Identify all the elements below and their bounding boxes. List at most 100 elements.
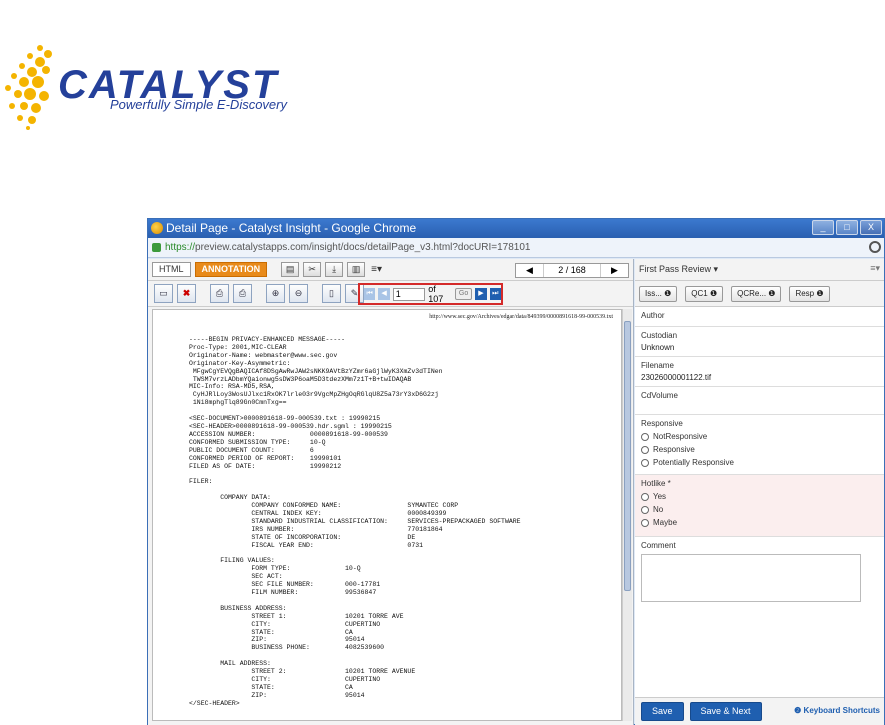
radio-yes[interactable]: Yes xyxy=(641,492,878,501)
review-buttons: Iss... ❶ QC1 ❶ QCRe... ❶ Resp ❶ xyxy=(635,281,884,307)
document-line: FILER: xyxy=(189,478,213,486)
document-line: SEC ACT: xyxy=(189,573,283,581)
document-line: CENTRAL INDEX KEY: 0000849399 xyxy=(189,509,447,517)
logo-tagline: Powerfully Simple E-Discovery xyxy=(110,97,287,112)
radio-no[interactable]: No xyxy=(641,505,878,514)
document-line: Originator-Key-Asymmetric: xyxy=(189,359,291,367)
radio-circle-icon[interactable] xyxy=(641,518,649,527)
document-viewer-pane: HTML ANNOTATION ▤ ✂ ⤓ ▥ ≡▾ ◀ 2 / 168 ▶ ▭… xyxy=(148,259,634,725)
first-page-button[interactable]: ⏮ xyxy=(364,288,376,300)
zoom-icon[interactable] xyxy=(869,241,881,253)
prev-page-button[interactable]: ◀ xyxy=(378,288,390,300)
save-next-button[interactable]: Save & Next xyxy=(689,702,762,721)
save-button[interactable]: Save xyxy=(641,702,684,721)
issues-button[interactable]: Iss... ❶ xyxy=(639,285,678,302)
document-line: IRS NUMBER: 770181864 xyxy=(189,525,443,533)
document-line: CITY: CUPERTINO xyxy=(189,675,381,683)
radio-label: Maybe xyxy=(653,518,678,527)
print-selection-icon[interactable]: ⎙ xyxy=(233,284,252,303)
responsive-label: Responsive xyxy=(641,419,683,428)
document-scrollbar[interactable] xyxy=(622,309,632,721)
document-line: STREET 2: 10201 TORRE AVENUE xyxy=(189,668,416,676)
page-number-input[interactable]: 1 xyxy=(392,287,426,301)
lock-icon xyxy=(152,243,161,252)
document-line: FILM NUMBER: 99536847 xyxy=(189,589,377,596)
document-line: ZIP: 95014 xyxy=(189,691,365,699)
tab-html[interactable]: HTML xyxy=(152,262,191,277)
radio-circle-icon[interactable] xyxy=(641,492,649,501)
radio-circle-icon[interactable] xyxy=(641,505,649,514)
prev-document-button[interactable]: ◀ xyxy=(516,264,544,277)
next-document-button[interactable]: ▶ xyxy=(600,264,628,277)
save-annotation-icon[interactable]: ▭ xyxy=(154,284,173,303)
document-line: TWSM7vrzLADbmYQaionwg5sDW3P6oaM5D3tdezXM… xyxy=(189,375,412,383)
document-line: 1Ni8mphgTlq89Gn0CmnTxg== xyxy=(189,399,287,407)
radio-not-responsive[interactable]: NotResponsive xyxy=(641,432,878,441)
review-pane: First Pass Review ▾ ≡▾ Iss... ❶ QC1 ❶ QC… xyxy=(635,259,884,725)
document-page[interactable]: http://www.sec.gov/Archives/edgar/data/8… xyxy=(152,309,622,721)
radio-label: Potentially Responsive xyxy=(653,458,734,467)
document-line: <SEC-DOCUMENT>0000891618-99-000539.txt :… xyxy=(189,415,381,423)
document-line: STREET 1: 10201 TORRE AVE xyxy=(189,612,404,620)
document-line: FILING VALUES: xyxy=(189,557,275,565)
document-line: -----BEGIN PRIVACY-ENHANCED MESSAGE----- xyxy=(189,336,346,343)
document-line: BUSINESS ADDRESS: xyxy=(189,604,287,612)
radio-label: NotResponsive xyxy=(653,432,708,441)
last-page-button[interactable]: ⏭ xyxy=(489,288,501,300)
resp-button[interactable]: Resp ❶ xyxy=(789,285,830,302)
annotation-toolbar: ▭ ✖ ⎙ ⎙ ⊕ ⊖ ▯ ✎ ⏮ ◀ 1 of 107 Go ▶ ⏭ xyxy=(148,281,633,307)
close-button[interactable]: X xyxy=(860,220,882,235)
zoom-out-icon[interactable]: ⊖ xyxy=(289,284,308,303)
pane-menu-icon[interactable]: ≡▾ xyxy=(870,263,880,274)
document-line: PUBLIC DOCUMENT COUNT: 6 xyxy=(189,446,314,454)
download-icon[interactable]: ⤓ xyxy=(325,262,344,277)
minimize-button[interactable]: _ xyxy=(812,220,834,235)
go-button[interactable]: Go xyxy=(454,288,473,300)
chrome-icon xyxy=(151,222,163,234)
hamburger-menu-icon[interactable]: ≡▾ xyxy=(371,264,382,275)
url-text: preview.catalystapps.com/insight/docs/de… xyxy=(195,242,531,253)
tab-annotation[interactable]: ANNOTATION xyxy=(194,262,268,277)
scrollbar-thumb[interactable] xyxy=(624,321,631,591)
qcreview-button[interactable]: QCRe... ❶ xyxy=(731,285,782,302)
qc1-button[interactable]: QC1 ❶ xyxy=(685,285,724,302)
address-bar[interactable]: https:// preview.catalystapps.com/insigh… xyxy=(148,238,884,258)
document-line: ZIP: 95014 xyxy=(189,636,365,644)
custodian-label: Custodian xyxy=(641,331,678,340)
page-count: of 107 xyxy=(428,284,444,304)
radio-responsive[interactable]: Responsive xyxy=(641,445,878,454)
zoom-in-icon[interactable]: ⊕ xyxy=(266,284,285,303)
print-icon[interactable]: ⎙ xyxy=(210,284,229,303)
document-pager: ◀ 2 / 168 ▶ xyxy=(515,263,629,278)
document-line: Originator-Name: webmaster@www.sec.gov xyxy=(189,351,338,359)
radio-circle-icon[interactable] xyxy=(641,458,649,467)
maximize-button[interactable]: □ xyxy=(836,220,858,235)
folder-icon[interactable]: ▤ xyxy=(281,262,300,277)
radio-circle-icon[interactable] xyxy=(641,445,649,454)
document-line: FORM TYPE: 10-Q xyxy=(189,565,361,573)
redact-icon[interactable]: ▯ xyxy=(322,284,341,303)
keyboard-shortcuts-link[interactable]: ❷ Keyboard Shortcuts xyxy=(794,706,880,715)
custodian-value: Unknown xyxy=(641,343,675,352)
radio-potentially-responsive[interactable]: Potentially Responsive xyxy=(641,458,878,467)
review-footer: Save Save & Next ❷ Keyboard Shortcuts xyxy=(635,697,884,725)
document-position: 2 / 168 xyxy=(558,265,586,275)
radio-circle-icon[interactable] xyxy=(641,432,649,441)
document-line: CyHJRlLoy3WosUJlxc1RxOK7lrle03r9VgcMpZHg… xyxy=(189,391,439,399)
hotlike-label: Hotlike * xyxy=(641,479,671,488)
next-page-button[interactable]: ▶ xyxy=(475,288,487,300)
document-line: MIC-Info: RSA-MD5,RSA, xyxy=(189,383,275,391)
delete-annotation-icon[interactable]: ✖ xyxy=(177,284,196,303)
review-title[interactable]: First Pass Review ▾ xyxy=(639,264,718,275)
page-navigation: ⏮ ◀ 1 of 107 Go ▶ ⏭ xyxy=(358,283,503,305)
document-line: COMPANY CONFORMED NAME: SYMANTEC CORP xyxy=(189,502,459,510)
scissors-icon[interactable]: ✂ xyxy=(303,262,322,277)
comment-textarea[interactable] xyxy=(641,554,861,602)
radio-label: Responsive xyxy=(653,445,695,454)
document-line: FISCAL YEAR END: 0731 xyxy=(189,541,424,549)
radio-maybe[interactable]: Maybe xyxy=(641,518,878,527)
columns-icon[interactable]: ▥ xyxy=(347,262,366,277)
